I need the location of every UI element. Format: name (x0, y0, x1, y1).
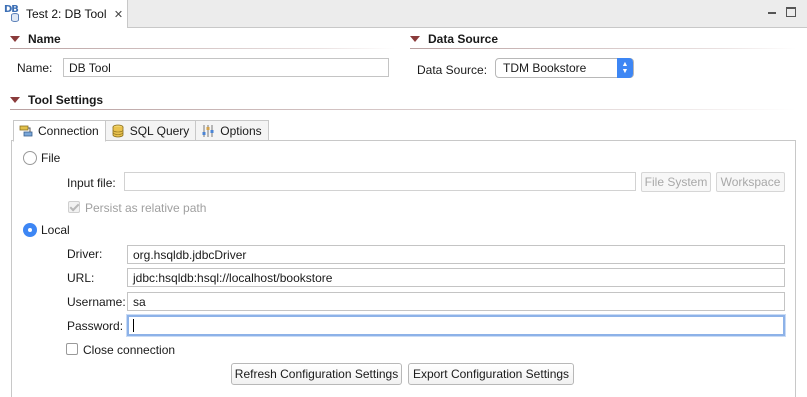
options-icon (201, 124, 215, 138)
password-field[interactable] (127, 315, 785, 336)
data-source-label: Data Source: (417, 63, 488, 77)
driver-label: Driver: (67, 247, 103, 261)
collapse-triangle-icon[interactable] (410, 36, 420, 42)
input-file-label: Input file: (67, 176, 116, 190)
maximize-icon[interactable] (786, 7, 796, 17)
close-connection-label: Close connection (83, 343, 176, 357)
editor-tab-title: Test 2: DB Tool (26, 7, 107, 21)
database-icon (111, 124, 125, 138)
driver-field[interactable]: org.hsqldb.jdbcDriver (127, 245, 785, 264)
file-radio[interactable] (23, 151, 37, 165)
file-system-button[interactable]: File System (641, 172, 711, 192)
tab-options[interactable]: Options (196, 120, 269, 141)
name-section-header[interactable]: Name (10, 30, 61, 48)
connection-icon (19, 124, 33, 138)
close-connection-checkbox[interactable] (66, 343, 78, 355)
username-field[interactable]: sa (127, 292, 785, 311)
name-section-divider (10, 48, 395, 49)
data-source-select[interactable]: TDM Bookstore ▲ ▼ (495, 58, 634, 78)
refresh-configuration-button[interactable]: Refresh Configuration Settings (231, 363, 402, 385)
local-radio-label: Local (41, 223, 70, 237)
data-source-section-title: Data Source (428, 32, 499, 46)
persist-relative-checkbox[interactable] (68, 201, 80, 213)
data-source-section-header[interactable]: Data Source (410, 30, 498, 48)
tab-sql-query[interactable]: SQL Query (105, 120, 197, 141)
name-label: Name: (17, 61, 53, 75)
tool-settings-tabs: Connection SQL Query Options (13, 120, 269, 142)
export-configuration-button[interactable]: Export Configuration Settings (408, 363, 574, 385)
tool-settings-section-header[interactable]: Tool Settings (10, 91, 103, 109)
tool-settings-section-divider (10, 109, 796, 110)
collapse-triangle-icon[interactable] (10, 97, 20, 103)
file-radio-label: File (41, 151, 61, 165)
data-source-selected-value: TDM Bookstore (503, 61, 587, 75)
editor-tab-db-tool[interactable]: DB Test 2: DB Tool ✕ (0, 0, 128, 28)
editor-tab-bar: DB Test 2: DB Tool ✕ (0, 0, 807, 28)
tool-settings-section-title: Tool Settings (28, 93, 104, 107)
collapse-triangle-icon[interactable] (10, 36, 20, 42)
tab-connection[interactable]: Connection (13, 120, 106, 142)
url-field[interactable]: jdbc:hsqldb:hsql://localhost/bookstore (127, 268, 785, 287)
local-radio[interactable] (23, 223, 37, 237)
select-stepper-icon[interactable]: ▲ ▼ (617, 58, 633, 78)
db-tool-icon: DB (4, 4, 22, 24)
text-caret (133, 319, 134, 333)
workspace-button[interactable]: Workspace (716, 172, 785, 192)
url-label: URL: (67, 271, 95, 285)
username-label: Username: (67, 295, 126, 309)
input-file-field[interactable] (124, 172, 636, 191)
name-section-title: Name (28, 32, 61, 46)
data-source-section-divider (410, 48, 796, 49)
close-icon[interactable]: ✕ (112, 8, 124, 21)
password-label: Password: (67, 319, 124, 333)
persist-relative-label: Persist as relative path (85, 201, 207, 215)
minimize-icon[interactable] (767, 7, 777, 17)
name-field[interactable]: DB Tool (63, 58, 389, 77)
